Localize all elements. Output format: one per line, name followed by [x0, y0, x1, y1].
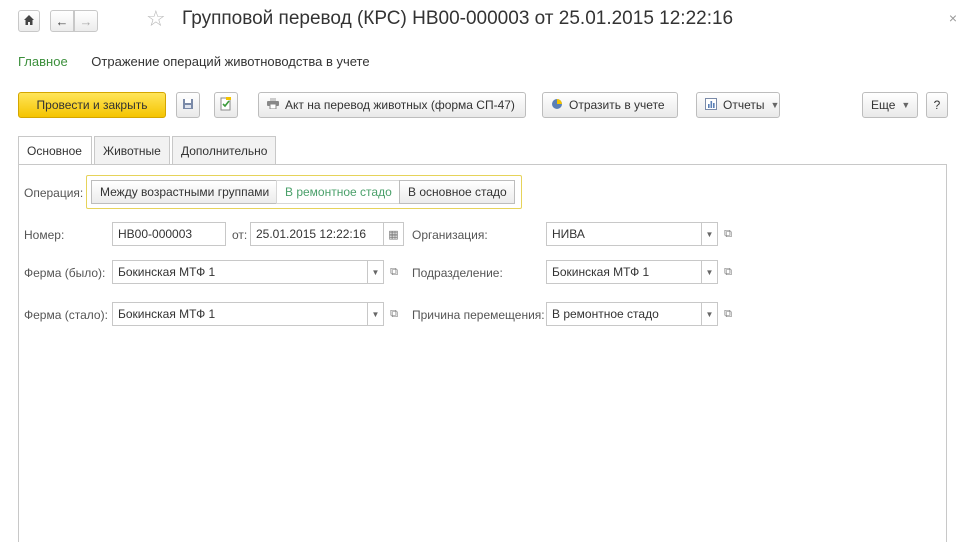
printer-icon [267, 98, 279, 112]
organization-label: Организация: [412, 228, 488, 242]
print-act-button[interactable]: Акт на перевод животных (форма СП-47) [258, 92, 526, 118]
open-icon[interactable]: ⧉ [720, 260, 736, 284]
chevron-down-icon[interactable]: ▼ [368, 302, 384, 326]
close-icon[interactable]: × [949, 10, 957, 26]
tab-animals[interactable]: Животные [94, 136, 170, 164]
reports-icon [705, 97, 717, 113]
organization-field[interactable]: НИВА [546, 222, 702, 246]
division-label: Подразделение: [412, 266, 503, 280]
reflect-in-accounting-button[interactable]: Отразить в учете [542, 92, 678, 118]
operation-option-main-herd[interactable]: В основное стадо [399, 180, 515, 204]
page-title: Групповой перевод (КРС) НВ00-000003 от 2… [182, 8, 734, 29]
nav-main-link[interactable]: Главное [18, 54, 68, 69]
save-button[interactable] [176, 92, 200, 118]
number-label: Номер: [24, 228, 65, 242]
reason-field[interactable]: В ремонтное стадо [546, 302, 702, 326]
operation-switch: Между возрастными группами В ремонтное с… [86, 175, 522, 209]
reports-label: Отчеты [723, 98, 765, 112]
operation-option-repair-herd[interactable]: В ремонтное стадо [276, 180, 400, 204]
farm-was-label: Ферма (было): [24, 266, 106, 280]
tab-main[interactable]: Основное [18, 136, 92, 165]
farm-now-field[interactable]: Бокинская МТФ 1 [112, 302, 368, 326]
star-icon[interactable]: ☆ [146, 6, 166, 32]
number-field[interactable]: НВ00-000003 [112, 222, 226, 246]
farm-now-label: Ферма (стало): [24, 308, 108, 322]
chevron-down-icon[interactable]: ▼ [702, 222, 718, 246]
more-button[interactable]: Еще ▼ [862, 92, 918, 118]
tab-panel [18, 164, 947, 542]
home-button[interactable] [18, 10, 40, 32]
chevron-down-icon[interactable]: ▼ [702, 302, 718, 326]
open-icon[interactable]: ⧉ [720, 302, 736, 326]
calendar-icon[interactable]: ▦ [384, 222, 404, 246]
post-button[interactable] [214, 92, 238, 118]
arrow-right-icon: → [79, 13, 93, 29]
section-nav: Главное Отражение операций животноводств… [18, 54, 370, 69]
chevron-down-icon[interactable]: ▼ [368, 260, 384, 284]
back-button[interactable]: ← [50, 10, 74, 32]
open-icon[interactable]: ⧉ [720, 222, 736, 246]
date-field[interactable]: 25.01.2015 12:22:16 [250, 222, 384, 246]
home-icon [23, 14, 35, 29]
more-label: Еще [871, 98, 896, 112]
print-act-label: Акт на перевод животных (форма СП-47) [285, 98, 515, 112]
division-field[interactable]: Бокинская МТФ 1 [546, 260, 702, 284]
forward-button[interactable]: → [74, 10, 98, 32]
reflect-label: Отразить в учете [569, 98, 665, 112]
open-icon[interactable]: ⧉ [386, 302, 402, 326]
open-icon[interactable]: ⧉ [386, 260, 402, 284]
operation-label: Операция: [24, 186, 84, 200]
date-label: от: [232, 228, 248, 242]
chevron-down-icon: ▼ [901, 100, 911, 110]
reports-button[interactable]: Отчеты ▼ [696, 92, 780, 118]
post-and-close-button[interactable]: Провести и закрыть [18, 92, 166, 118]
reflect-icon [551, 98, 563, 113]
post-document-icon [220, 96, 232, 114]
chevron-down-icon: ▼ [770, 100, 780, 110]
operation-option-age-groups[interactable]: Между возрастными группами [91, 180, 277, 204]
help-button[interactable]: ? [926, 92, 948, 118]
chevron-down-icon[interactable]: ▼ [702, 260, 718, 284]
nav-section-link[interactable]: Отражение операций животноводства в учет… [91, 54, 369, 69]
farm-was-field[interactable]: Бокинская МТФ 1 [112, 260, 368, 284]
arrow-left-icon: ← [55, 13, 69, 29]
save-icon [182, 98, 194, 113]
tab-additional[interactable]: Дополнительно [172, 136, 276, 164]
reason-label: Причина перемещения: [412, 308, 545, 322]
